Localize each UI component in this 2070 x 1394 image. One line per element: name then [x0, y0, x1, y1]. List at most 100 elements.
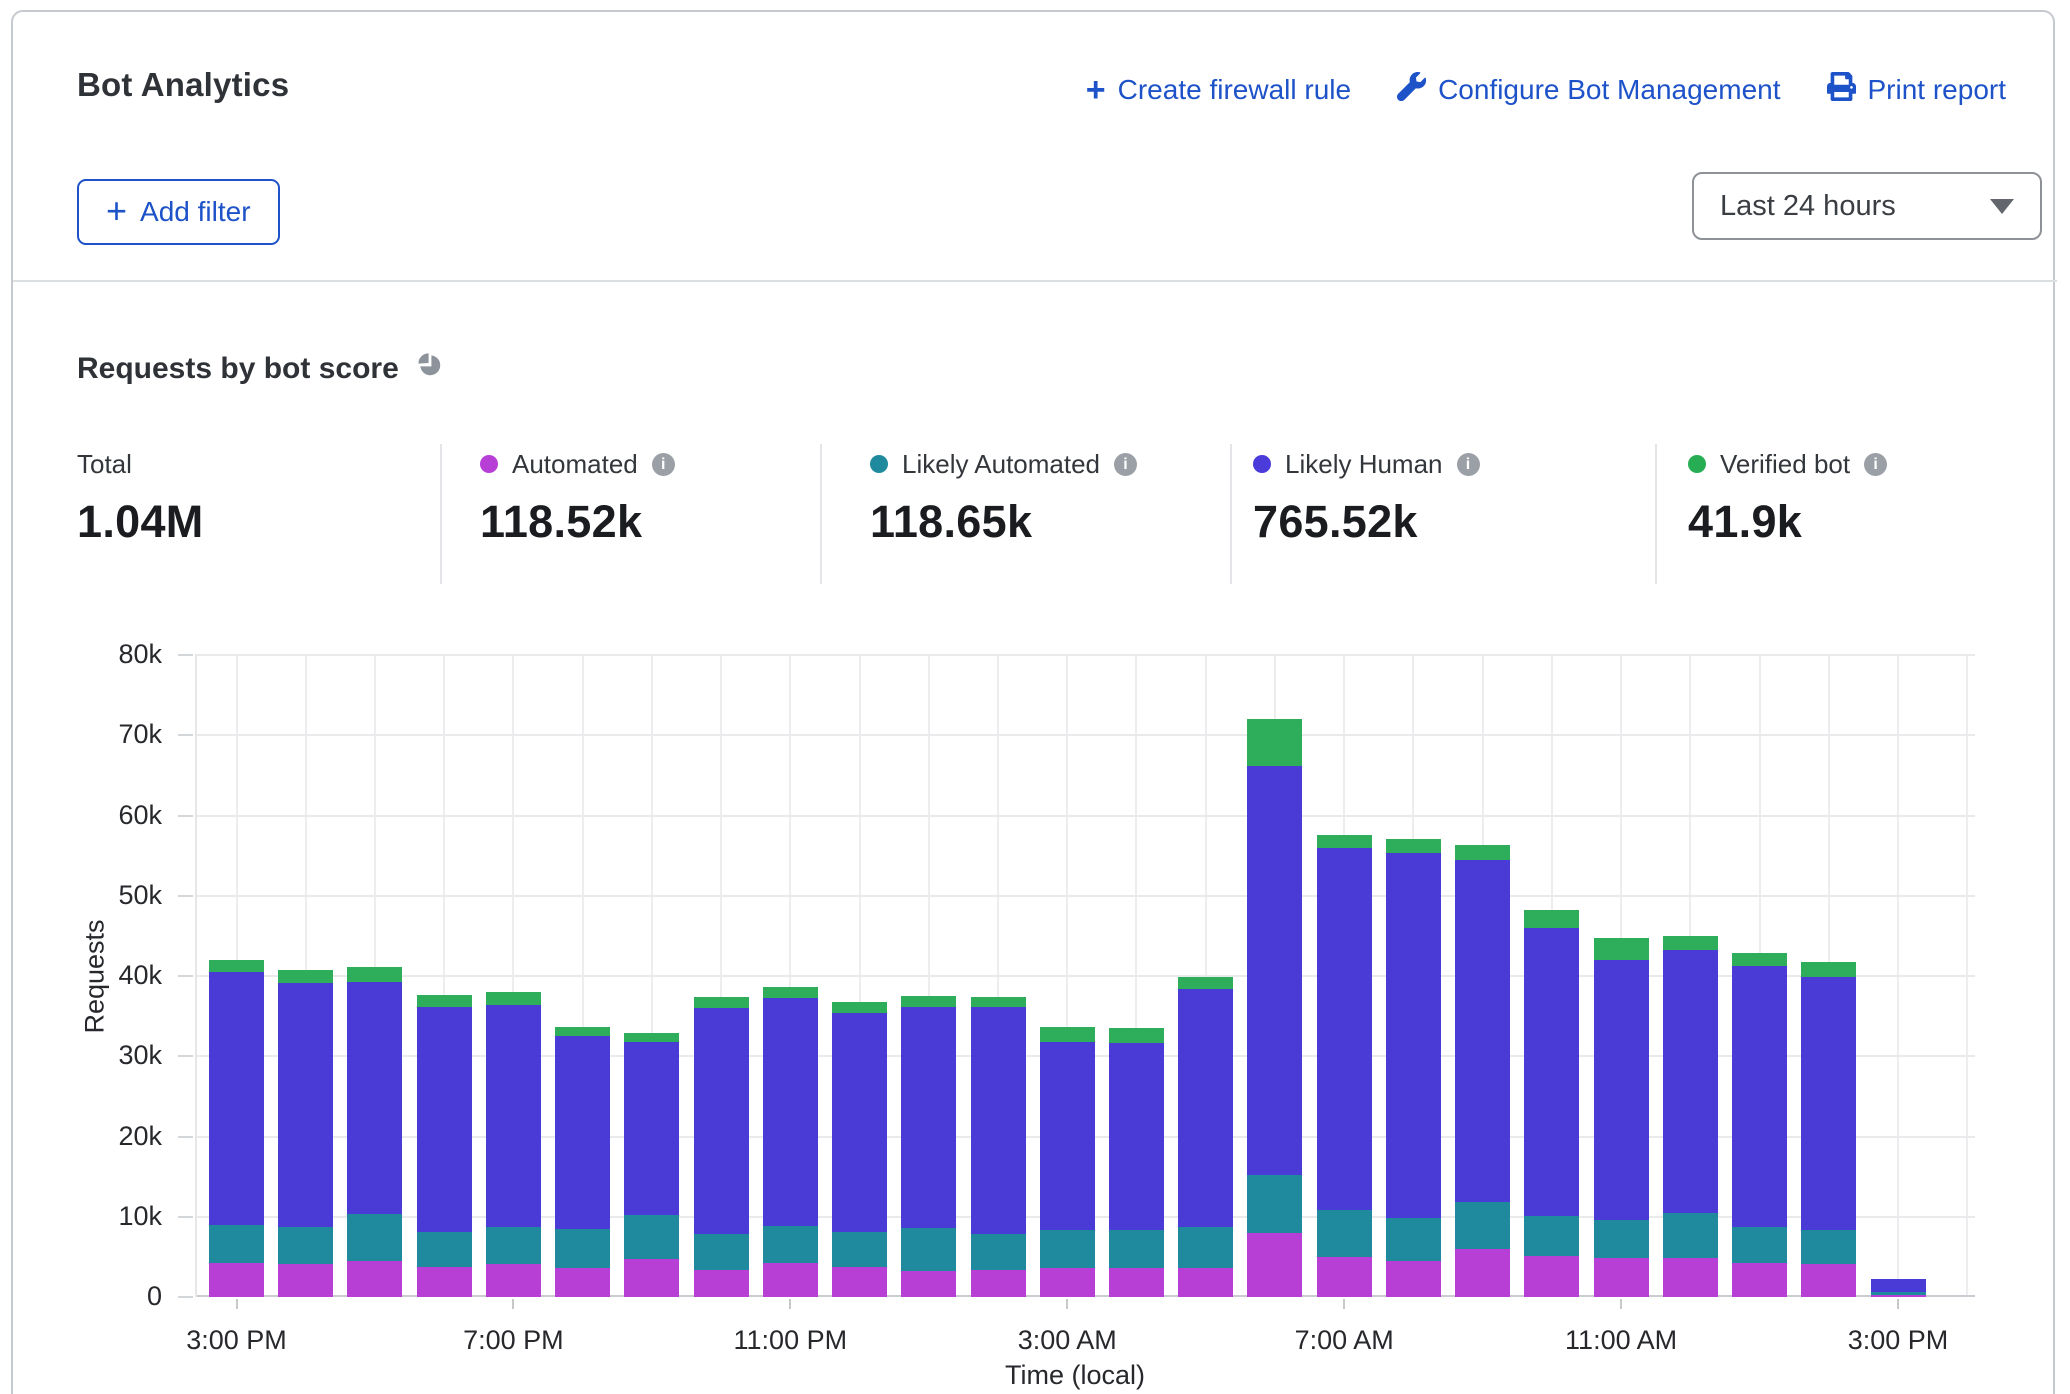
y-tick-mark [178, 734, 193, 736]
y-tick-label: 80k [42, 639, 162, 670]
info-icon[interactable] [1457, 453, 1480, 476]
print-report-label: Print report [1868, 74, 2007, 106]
bar-800am[interactable] [1386, 839, 1441, 1297]
bar-500pm[interactable] [347, 967, 402, 1297]
y-tick-mark [178, 1055, 193, 1057]
bar-200pm[interactable] [1801, 962, 1856, 1297]
bar-300pm[interactable] [209, 960, 264, 1297]
x-tick-mark [236, 1299, 238, 1309]
x-tick-label: 7:00 PM [403, 1325, 623, 1356]
bar-segment-automated [209, 1263, 264, 1297]
stat-verified-bot-value: 41.9k [1688, 496, 1887, 548]
bar-segment-automated [1178, 1268, 1233, 1297]
bar-segment-likely_automated [1594, 1220, 1649, 1259]
bar-segment-automated [1109, 1268, 1164, 1297]
x-tick-label: 11:00 AM [1511, 1325, 1731, 1356]
bar-segment-likely_human [1040, 1042, 1095, 1231]
bar-segment-likely_automated [901, 1228, 956, 1271]
bar-segment-likely_human [1178, 989, 1233, 1227]
bar-segment-likely_human [763, 998, 818, 1226]
bar-1100am[interactable] [1594, 938, 1649, 1297]
bar-segment-automated [1386, 1261, 1441, 1297]
x-tick-mark [1620, 1299, 1622, 1309]
bar-segment-automated [555, 1268, 610, 1297]
horizontal-gridline [195, 654, 1975, 656]
x-axis-title: Time (local) [925, 1360, 1225, 1391]
bar-segment-likely_human [1594, 960, 1649, 1220]
create-firewall-rule-link[interactable]: + Create firewall rule [1086, 74, 1351, 106]
bar-segment-automated [1732, 1263, 1787, 1297]
stat-likely-human: Likely Human 765.52k [1253, 448, 1480, 548]
bar-100am[interactable] [901, 996, 956, 1297]
bar-segment-likely_automated [209, 1225, 264, 1264]
bar-400pm[interactable] [278, 970, 333, 1297]
horizontal-gridline [195, 734, 1975, 736]
bar-800pm[interactable] [555, 1027, 610, 1297]
likely-automated-dot [870, 455, 888, 473]
y-tick-label: 10k [42, 1201, 162, 1232]
stat-total: Total 1.04M [77, 448, 204, 548]
bar-segment-likely_automated [763, 1226, 818, 1263]
bar-segment-verified_bot [347, 967, 402, 981]
bar-700pm[interactable] [486, 992, 541, 1297]
bar-segment-likely_automated [1317, 1210, 1372, 1257]
bar-segment-automated [1247, 1233, 1302, 1297]
info-icon[interactable] [652, 453, 675, 476]
bar-1100pm[interactable] [763, 987, 818, 1297]
section-heading: Requests by bot score [77, 352, 443, 386]
bar-700am[interactable] [1317, 835, 1372, 1297]
time-range-select[interactable]: Last 24 hours [1692, 172, 2042, 240]
bar-segment-verified_bot [971, 997, 1026, 1007]
configure-bot-management-link[interactable]: Configure Bot Management [1397, 72, 1780, 108]
stat-verified-bot: Verified bot 41.9k [1688, 448, 1887, 548]
bar-segment-verified_bot [1801, 962, 1856, 977]
bar-segment-automated [763, 1263, 818, 1298]
bar-1200pm[interactable] [1663, 936, 1718, 1297]
bar-600am[interactable] [1247, 719, 1302, 1297]
bar-segment-likely_automated [1524, 1216, 1579, 1256]
print-report-link[interactable]: Print report [1827, 72, 2007, 108]
bar-1200am[interactable] [832, 1002, 887, 1297]
configure-bot-management-label: Configure Bot Management [1438, 74, 1780, 106]
bar-1000pm[interactable] [694, 997, 749, 1297]
bar-100pm[interactable] [1732, 953, 1787, 1297]
x-tick-label: 11:00 PM [680, 1325, 900, 1356]
bar-segment-verified_bot [209, 960, 264, 972]
bar-segment-likely_human [1871, 1279, 1926, 1292]
bar-500am[interactable] [1178, 977, 1233, 1297]
bar-segment-likely_automated [624, 1215, 679, 1259]
bar-900pm[interactable] [624, 1033, 679, 1297]
bar-segment-verified_bot [694, 997, 749, 1008]
bar-1000am[interactable] [1524, 910, 1579, 1297]
bar-900am[interactable] [1455, 845, 1510, 1297]
y-tick-mark [178, 815, 193, 817]
bar-200am[interactable] [971, 997, 1026, 1297]
bar-segment-verified_bot [1040, 1027, 1095, 1041]
automated-dot [480, 455, 498, 473]
info-icon[interactable] [1114, 453, 1137, 476]
stat-divider [820, 444, 822, 584]
bar-segment-likely_human [1109, 1043, 1164, 1230]
add-filter-label: Add filter [140, 196, 251, 228]
y-tick-mark [178, 895, 193, 897]
bar-300am[interactable] [1040, 1027, 1095, 1297]
bar-segment-likely_automated [347, 1214, 402, 1261]
bar-segment-likely_human [1732, 966, 1787, 1227]
bar-segment-automated [1663, 1258, 1718, 1297]
bar-segment-likely_automated [1732, 1227, 1787, 1263]
header-divider [13, 280, 2057, 282]
bar-segment-likely_human [1386, 853, 1441, 1218]
plus-icon: + [106, 197, 127, 225]
bar-segment-verified_bot [1732, 953, 1787, 967]
bar-segment-automated [1455, 1249, 1510, 1297]
verified-bot-dot [1688, 455, 1706, 473]
info-icon[interactable] [1864, 453, 1887, 476]
bar-600pm[interactable] [417, 995, 472, 1297]
bar-400am[interactable] [1109, 1028, 1164, 1297]
bar-segment-automated [1871, 1295, 1926, 1297]
likely-human-dot [1253, 455, 1271, 473]
x-tick-label: 3:00 AM [957, 1325, 1177, 1356]
add-filter-button[interactable]: + Add filter [77, 179, 280, 245]
x-tick-label: 3:00 PM [1788, 1325, 2008, 1356]
bar-300pm[interactable] [1871, 1279, 1926, 1297]
